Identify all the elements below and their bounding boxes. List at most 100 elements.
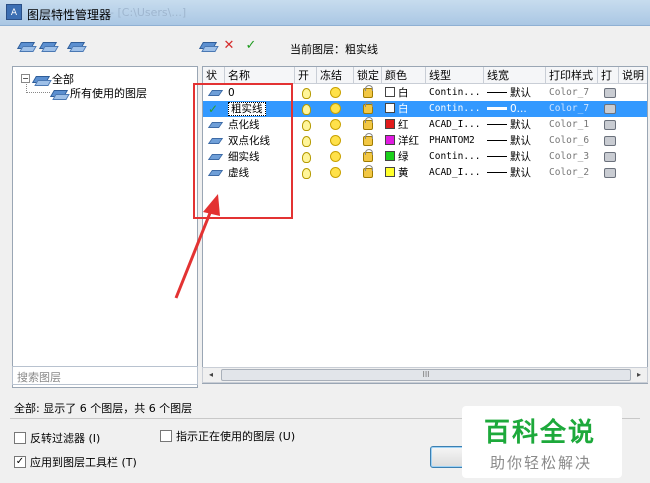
lineweight-cell[interactable]: 0... (484, 101, 546, 117)
status-cell[interactable] (205, 133, 225, 149)
plot-cell[interactable] (601, 165, 619, 181)
linetype-cell[interactable]: Contin... (426, 101, 484, 117)
new-layer-button[interactable] (198, 36, 218, 54)
set-current-button[interactable]: ✓ (241, 36, 261, 54)
lock-cell[interactable] (360, 149, 380, 165)
plot-cell[interactable] (601, 117, 619, 133)
name-cell[interactable]: 双点化线 (225, 133, 295, 149)
search-layer-input[interactable]: 搜索图层 (12, 366, 198, 385)
freeze-cell[interactable] (327, 85, 347, 101)
column-header-description[interactable]: 说明 (619, 67, 647, 84)
freeze-cell[interactable] (327, 133, 347, 149)
status-cell[interactable]: ✓ (205, 101, 225, 117)
on-cell[interactable] (299, 101, 317, 117)
horizontal-scrollbar[interactable]: ◂ III ▸ (202, 367, 648, 383)
status-cell[interactable] (205, 85, 225, 101)
on-cell[interactable] (299, 133, 317, 149)
scroll-left-icon[interactable]: ◂ (203, 368, 219, 382)
plot-cell[interactable] (601, 101, 619, 117)
lineweight-sample (487, 156, 507, 157)
linetype-cell[interactable]: PHANTOM2 (426, 133, 484, 149)
plotstyle-cell[interactable]: Color_3 (546, 149, 598, 165)
on-cell[interactable] (299, 165, 317, 181)
plotstyle-cell[interactable]: Color_2 (546, 165, 598, 181)
lock-cell[interactable] (360, 165, 380, 181)
freeze-cell[interactable] (327, 101, 347, 117)
color-cell[interactable]: 洋红 (382, 133, 426, 149)
new-property-filter-button[interactable] (16, 36, 36, 54)
column-header-on[interactable]: 开 (295, 67, 317, 84)
status-cell[interactable] (205, 165, 225, 181)
invert-filter-checkbox[interactable] (14, 432, 26, 444)
layer-grid[interactable]: 状 名称 开 冻结 锁定 颜色 线型 线宽 打印样式 打 说明 0 白 Cont… (202, 66, 648, 384)
scroll-right-icon[interactable]: ▸ (631, 368, 647, 382)
plotstyle-cell[interactable]: Color_7 (546, 85, 598, 101)
layer-row-4[interactable]: 细实线 绿 Contin... 默认 Color_3 (203, 149, 647, 165)
layer-row-1[interactable]: ✓ 粗实线 白 Contin... 0... Color_7 (203, 101, 647, 117)
lock-cell[interactable] (360, 133, 380, 149)
status-cell[interactable] (205, 149, 225, 165)
color-cell[interactable]: 黄 (382, 165, 426, 181)
linetype-cell[interactable]: Contin... (426, 149, 484, 165)
apply-to-toolbar-checkbox[interactable]: ✓ (14, 456, 26, 468)
show-in-use-option[interactable]: 指示正在使用的图层 (U) (160, 428, 295, 444)
show-in-use-checkbox[interactable] (160, 430, 172, 442)
lineweight-cell[interactable]: 默认 (484, 149, 546, 165)
scroll-thumb[interactable]: III (221, 369, 631, 381)
name-cell[interactable]: 点化线 (225, 117, 295, 133)
name-cell[interactable]: 细实线 (225, 149, 295, 165)
plotstyle-cell[interactable]: Color_6 (546, 133, 598, 149)
on-cell[interactable] (299, 85, 317, 101)
linetype-cell[interactable]: ACAD_I... (426, 165, 484, 181)
tree-item-used-layers[interactable]: 所有使用的图层 (51, 85, 147, 100)
column-header-plot[interactable]: 打 (598, 67, 619, 84)
lineweight-cell[interactable]: 默认 (484, 117, 546, 133)
layer-states-manager-button[interactable] (66, 36, 86, 54)
lock-cell[interactable] (360, 117, 380, 133)
column-header-lineweight[interactable]: 线宽 (484, 67, 546, 84)
freeze-cell[interactable] (327, 149, 347, 165)
color-cell[interactable]: 白 (382, 85, 426, 101)
filter-tree[interactable]: − 全部 所有使用的图层 (12, 66, 198, 388)
lineweight-cell[interactable]: 默认 (484, 165, 546, 181)
freeze-cell[interactable] (327, 165, 347, 181)
column-header-name[interactable]: 名称 (225, 67, 295, 84)
lineweight-cell[interactable]: 默认 (484, 133, 546, 149)
lineweight-cell[interactable]: 默认 (484, 85, 546, 101)
column-header-freeze[interactable]: 冻结 (317, 67, 354, 84)
color-cell[interactable]: 红 (382, 117, 426, 133)
plotstyle-cell[interactable]: Color_7 (546, 101, 598, 117)
on-cell[interactable] (299, 149, 317, 165)
title-bar[interactable]: A 图层特性管理器 - [C:\Users\...] (0, 0, 650, 26)
column-header-color[interactable]: 颜色 (382, 67, 426, 84)
plotstyle-cell[interactable]: Color_1 (546, 117, 598, 133)
tree-item-all[interactable]: − 全部 (21, 71, 74, 86)
linetype-cell[interactable]: Contin... (426, 85, 484, 101)
invert-filter-option[interactable]: 反转过滤器 (I) (14, 430, 100, 446)
freeze-cell[interactable] (327, 117, 347, 133)
column-header-plotstyle[interactable]: 打印样式 (546, 67, 598, 84)
color-cell[interactable]: 白 (382, 101, 426, 117)
new-group-filter-button[interactable] (38, 36, 58, 54)
apply-to-toolbar-option[interactable]: ✓ 应用到图层工具栏 (T) (14, 454, 137, 470)
plot-cell[interactable] (601, 85, 619, 101)
plot-cell[interactable] (601, 149, 619, 165)
layer-row-5[interactable]: 虚线 黄 ACAD_I... 默认 Color_2 (203, 165, 647, 181)
layer-row-3[interactable]: 双点化线 洋红 PHANTOM2 默认 Color_6 (203, 133, 647, 149)
linetype-cell[interactable]: ACAD_I... (426, 117, 484, 133)
color-cell[interactable]: 绿 (382, 149, 426, 165)
status-cell[interactable] (205, 117, 225, 133)
delete-layer-button[interactable]: ✕ (219, 36, 239, 54)
column-header-status[interactable]: 状 (203, 67, 225, 84)
name-cell[interactable]: 粗实线 (225, 101, 295, 117)
lock-cell[interactable] (360, 85, 380, 101)
column-header-linetype[interactable]: 线型 (426, 67, 484, 84)
on-cell[interactable] (299, 117, 317, 133)
column-header-lock[interactable]: 锁定 (354, 67, 382, 84)
name-cell[interactable]: 虚线 (225, 165, 295, 181)
layer-row-2[interactable]: 点化线 红 ACAD_I... 默认 Color_1 (203, 117, 647, 133)
layer-row-0[interactable]: 0 白 Contin... 默认 Color_7 (203, 85, 647, 101)
lock-cell[interactable] (360, 101, 380, 117)
plot-cell[interactable] (601, 133, 619, 149)
name-cell[interactable]: 0 (225, 85, 295, 101)
